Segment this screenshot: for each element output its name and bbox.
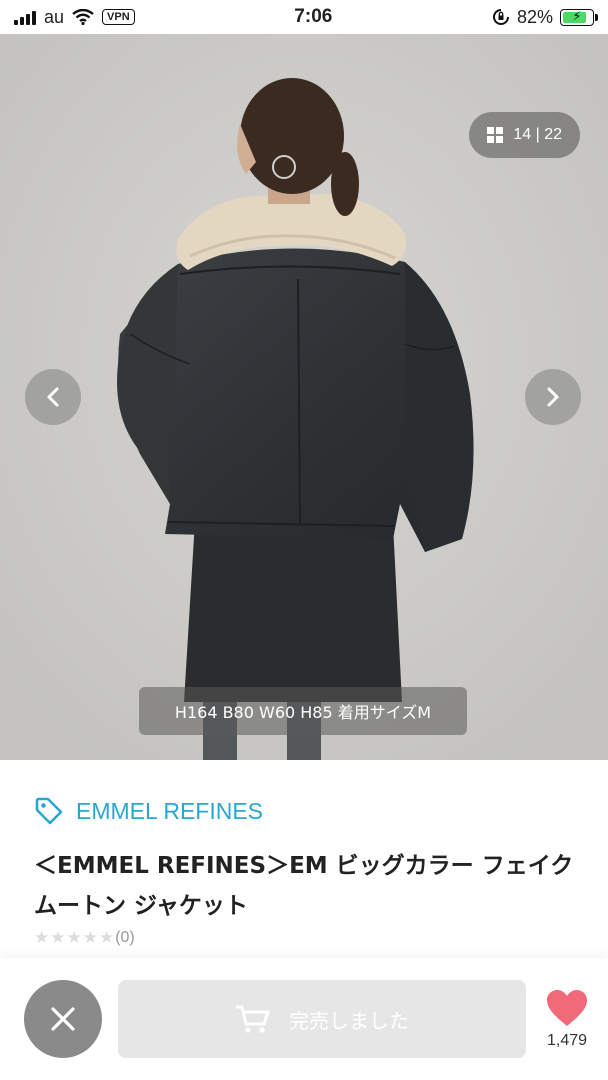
grid-icon	[487, 127, 504, 143]
previous-image-button[interactable]	[25, 369, 81, 425]
product-image[interactable]: 14 | 22 H164 B80 W60 H85 着用サイズM	[0, 34, 608, 760]
close-icon	[51, 1007, 75, 1031]
like-button[interactable]: 1,479	[542, 988, 592, 1050]
carrier-label: au	[44, 6, 65, 27]
star-rating-icon: ★★★★★	[34, 928, 116, 947]
heart-icon	[547, 990, 587, 1026]
wifi-icon	[72, 9, 94, 25]
tag-icon	[35, 797, 63, 825]
signal-icon	[14, 9, 36, 25]
status-bar: au VPN 7:06 82% ⚡	[0, 0, 608, 34]
battery-icon: ⚡	[560, 8, 598, 26]
rating[interactable]: ★★★★★ (0)	[34, 928, 135, 948]
sold-out-label: 完売しました	[289, 1008, 409, 1033]
clock: 7:06	[294, 6, 333, 27]
review-count: (0)	[115, 929, 135, 946]
model-size-caption: H164 B80 W60 H85 着用サイズM	[139, 687, 467, 735]
cart-icon	[235, 1005, 270, 1033]
sold-out-button[interactable]: 完売しました	[118, 980, 526, 1058]
bottom-action-bar: 完売しました 1,479	[0, 958, 608, 1080]
orientation-lock-icon	[492, 9, 509, 25]
like-count: 1,479	[546, 1032, 588, 1049]
battery-percent: 82%	[516, 6, 553, 27]
close-button[interactable]	[24, 980, 102, 1058]
brand-name: EMMEL REFINES	[76, 797, 264, 824]
image-counter-label: 14 | 22	[513, 126, 562, 143]
image-counter[interactable]: 14 | 22	[469, 112, 580, 158]
brand-link[interactable]: EMMEL REFINES	[34, 796, 263, 826]
chevron-right-icon	[547, 387, 559, 407]
chevron-left-icon	[47, 387, 59, 407]
next-image-button[interactable]	[525, 369, 581, 425]
product-title: ＜EMMEL REFINES＞EM ビッグカラー フェイクムートン ジャケット	[34, 853, 574, 919]
vpn-badge: VPN	[102, 9, 135, 25]
